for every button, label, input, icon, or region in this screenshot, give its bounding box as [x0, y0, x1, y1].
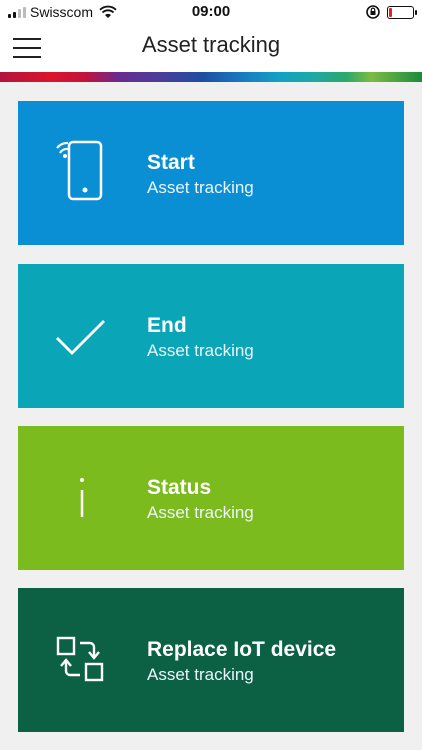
card-text: End Asset tracking: [147, 314, 254, 362]
card-text: Start Asset tracking: [147, 151, 254, 199]
checkmark-icon: [56, 320, 105, 355]
card-title: End: [147, 314, 187, 337]
brand-color-bar: [0, 72, 422, 82]
start-tracking-card[interactable]: Start Asset tracking: [18, 101, 404, 245]
status-bar: Swisscom 09:00: [0, 0, 422, 24]
rotation-lock-icon: [366, 5, 380, 19]
battery-icon: [387, 5, 417, 19]
replace-iot-device-card[interactable]: Replace IoT device Asset tracking: [18, 588, 404, 732]
card-subtitle: Asset tracking: [147, 503, 254, 522]
card-text: Replace IoT device Asset tracking: [147, 638, 336, 686]
end-tracking-card[interactable]: End Asset tracking: [18, 264, 404, 408]
app-header: Asset tracking: [0, 24, 422, 72]
card-text: Status Asset tracking: [147, 476, 254, 524]
info-icon: [80, 478, 84, 517]
smartphone-wireless-icon: [56, 140, 103, 201]
status-right: [365, 4, 417, 20]
page-title: Asset tracking: [141, 32, 281, 57]
card-title: Start: [147, 151, 195, 174]
status-time: 09:00: [191, 3, 231, 20]
replace-swap-icon: [56, 636, 104, 682]
card-title: Replace IoT device: [147, 638, 337, 661]
status-card[interactable]: Status Asset tracking: [18, 426, 404, 570]
card-subtitle: Asset tracking: [147, 341, 254, 360]
card-subtitle: Asset tracking: [147, 665, 254, 684]
card-subtitle: Asset tracking: [147, 178, 254, 197]
card-title: Status: [147, 476, 212, 499]
